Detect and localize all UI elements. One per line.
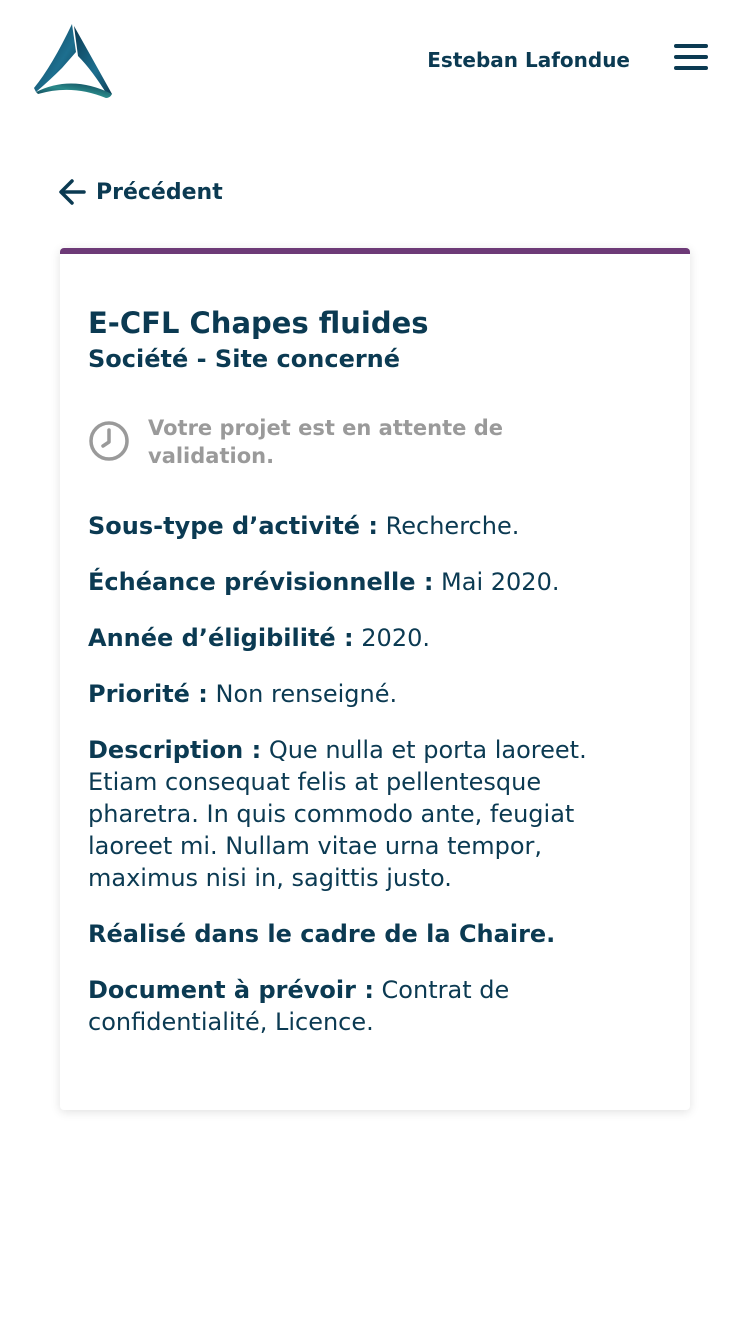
status-text: Votre projet est en attente de validatio…	[148, 416, 503, 468]
field-eligibility-value: 2020.	[353, 624, 430, 652]
field-eligibility: Année d’éligibilité : 2020.	[88, 622, 588, 654]
triangle-logo-icon[interactable]	[32, 22, 116, 100]
field-subtype-label: Sous-type d’activité :	[88, 512, 379, 540]
clock-icon	[89, 421, 129, 461]
back-button[interactable]: Précédent	[58, 178, 223, 206]
field-priority-value: Non renseigné.	[207, 680, 398, 708]
field-eligibility-label: Année d’éligibilité :	[88, 624, 354, 652]
field-deadline-value: Mai 2020.	[433, 568, 560, 596]
project-subtitle: Société - Site concerné	[88, 345, 401, 373]
project-title: E-CFL Chapes fluides	[88, 306, 429, 340]
user-name[interactable]: Esteban Lafondue	[427, 48, 630, 72]
arrow-left-icon	[59, 179, 86, 205]
field-documents-label: Document à prévoir :	[88, 976, 374, 1004]
chair-note-text: Réalisé dans le cadre de la Chaire.	[88, 920, 556, 948]
status-message: Votre projet est en attente de validatio…	[88, 414, 662, 470]
chair-note: Réalisé dans le cadre de la Chaire.	[88, 918, 588, 950]
back-label: Précédent	[96, 179, 223, 205]
field-subtype: Sous-type d’activité : Recherche.	[88, 510, 588, 542]
field-description: Description : Que nulla et porta laoreet…	[88, 734, 588, 894]
field-deadline-label: Échéance prévisionnelle :	[88, 568, 434, 596]
field-priority-label: Priorité :	[88, 680, 208, 708]
hamburger-menu-icon[interactable]	[674, 44, 708, 76]
field-description-label: Description :	[88, 736, 262, 764]
field-documents: Document à prévoir : Contrat de confiden…	[88, 974, 588, 1038]
app-header: Esteban Lafondue	[0, 0, 750, 130]
field-priority: Priorité : Non renseigné.	[88, 678, 588, 710]
field-subtype-value: Recherche.	[378, 512, 520, 540]
field-deadline: Échéance prévisionnelle : Mai 2020.	[88, 566, 588, 598]
project-card: E-CFL Chapes fluides Société - Site conc…	[60, 248, 690, 1110]
